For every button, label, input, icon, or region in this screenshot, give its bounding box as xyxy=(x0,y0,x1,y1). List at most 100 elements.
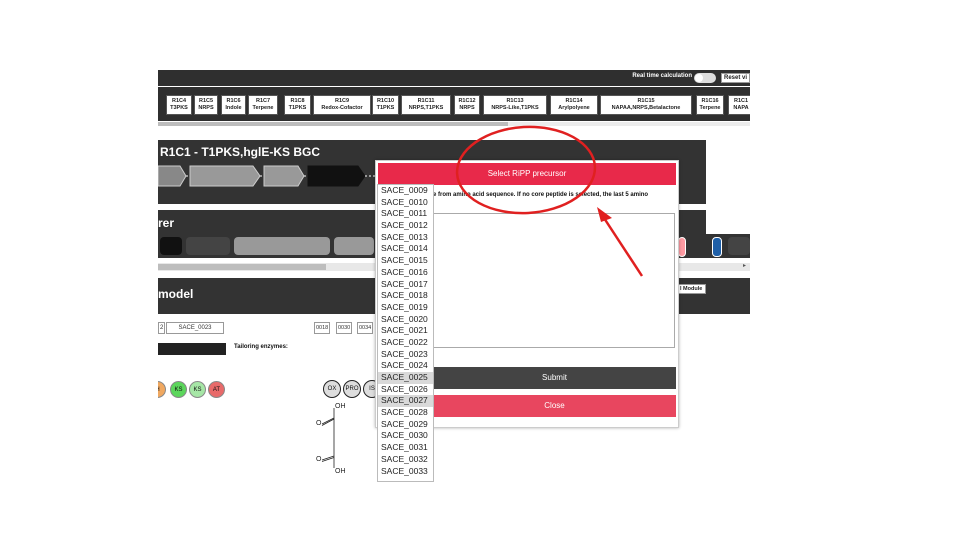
gene-arrow-2 xyxy=(189,165,261,187)
dropdown-option[interactable]: SACE_0018 xyxy=(378,290,433,302)
scrollbar-thumb[interactable] xyxy=(158,264,326,270)
region-button-type: NRPS,T1PKS xyxy=(408,105,444,111)
region-button[interactable]: R1C4 T3PKS xyxy=(166,95,192,115)
region-button-id: R1C6 xyxy=(226,98,241,104)
region-button-type: Redox-Cofactor xyxy=(321,105,363,111)
region-button-type: T3PKS xyxy=(170,105,188,111)
gene-arrow-4 xyxy=(307,165,366,187)
region-scrollbar[interactable] xyxy=(158,122,750,126)
region-button-id: R1C9 xyxy=(334,98,350,104)
domain-block-4[interactable] xyxy=(334,237,374,255)
modal-description: e from amino acid sequence. If no core p… xyxy=(433,192,649,198)
dropdown-option[interactable]: SACE_0017 xyxy=(378,279,433,291)
molecule-bonds xyxy=(321,408,335,468)
region-button[interactable]: R1C16 Terpene xyxy=(696,95,724,115)
dropdown-option[interactable]: SACE_0024 xyxy=(378,360,433,372)
dropdown-option[interactable]: SACE_0014 xyxy=(378,243,433,255)
dropdown-option[interactable]: SACE_0025 xyxy=(378,372,433,384)
region-button-type: T1PKS xyxy=(376,105,395,111)
precursor-dropdown[interactable]: SACE_0009 SACE_0010 SACE_0011 SACE_0012 SACE… xyxy=(377,184,434,482)
dropdown-option[interactable]: SACE_0033 xyxy=(378,466,433,478)
dropdown-option[interactable]: SACE_0023 xyxy=(378,349,433,361)
region-button[interactable]: R1C1 NAPA xyxy=(728,95,750,115)
region-button-type: NRPS xyxy=(198,105,214,111)
scrollbar-thumb[interactable] xyxy=(158,122,508,126)
domain-block-7[interactable] xyxy=(728,237,750,255)
region-button[interactable]: R1C7 Terpene xyxy=(248,95,278,115)
region-button-id: R1C16 xyxy=(701,98,719,104)
region-button-type: NRPS-Like,T1PKS xyxy=(491,105,539,111)
region-button-id: R1C7 xyxy=(255,98,271,104)
core-index: 2 xyxy=(158,322,166,334)
dropdown-option[interactable]: SACE_0032 xyxy=(378,454,433,466)
domain-block-3[interactable] xyxy=(234,237,330,255)
tailoring-enzyme[interactable]: OX xyxy=(323,380,341,398)
top-toolbar: Real time calculation Reset vi xyxy=(158,70,750,86)
dropdown-option[interactable]: SACE_0012 xyxy=(378,220,433,232)
domain-block-1[interactable] xyxy=(160,237,182,255)
region-strip: R1C4 T3PKS R1C5 NRPS R1C6 Indole R1C7 Terpene R1… xyxy=(158,87,750,121)
region-button[interactable]: R1C12 NRPS xyxy=(454,95,480,115)
region-button-id: R1C1 xyxy=(733,98,749,104)
realtime-toggle[interactable] xyxy=(694,73,716,83)
tailoring-label: Tailoring enzymes: xyxy=(234,344,288,350)
region-button-type: NAPA xyxy=(733,105,749,111)
region-button[interactable]: R1C15 NAPAA,NRPS,Betalactone xyxy=(600,95,692,115)
scroll-right-icon[interactable]: ▸ xyxy=(743,262,746,269)
dropdown-option[interactable]: SACE_0030 xyxy=(378,430,433,442)
region-button[interactable]: R1C9 Redox-Cofactor xyxy=(313,95,371,115)
region-button[interactable]: R1C10 T1PKS xyxy=(372,95,399,115)
module-domain[interactable]: KS xyxy=(189,381,206,398)
region-button[interactable]: R1C13 NRPS-Like,T1PKS xyxy=(483,95,547,115)
dropdown-option[interactable]: SACE_0026 xyxy=(378,384,433,396)
region-button-id: R1C8 xyxy=(290,98,305,104)
dropdown-option[interactable]: SACE_0010 xyxy=(378,197,433,209)
dropdown-option[interactable]: SACE_0016 xyxy=(378,267,433,279)
module-domain[interactable]: KS xyxy=(170,381,187,398)
selected-gene-box[interactable]: SACE_0023 xyxy=(166,322,224,334)
region-button-type: Arylpolyene xyxy=(558,105,590,111)
dropdown-option[interactable]: SACE_0031 xyxy=(378,442,433,454)
dropdown-option[interactable]: SACE_0029 xyxy=(378,419,433,431)
model-title: model xyxy=(158,287,194,301)
gene-arrow-1 xyxy=(158,165,187,187)
region-button-id: R1C15 xyxy=(637,98,655,104)
region-button[interactable]: R1C6 Indole xyxy=(221,95,246,115)
dropdown-option[interactable]: SACE_0013 xyxy=(378,232,433,244)
gene-arrow-white-tip xyxy=(736,162,750,190)
region-button[interactable]: R1C14 Arylpolyene xyxy=(550,95,598,115)
region-button-type: Indole xyxy=(225,105,242,111)
dropdown-option[interactable]: SACE_0022 xyxy=(378,337,433,349)
dropdown-option[interactable]: SACE_0011 xyxy=(378,208,433,220)
dropdown-option[interactable]: SACE_0028 xyxy=(378,407,433,419)
region-button-type: Terpene xyxy=(252,105,274,111)
reset-view-button[interactable]: Reset vi xyxy=(720,73,750,83)
submit-button[interactable]: Submit xyxy=(433,367,676,389)
dropdown-option[interactable]: SACE_0021 xyxy=(378,325,433,337)
domain-block-6[interactable] xyxy=(712,237,722,257)
region-button-id: R1C14 xyxy=(565,98,583,104)
sequence-textarea[interactable] xyxy=(433,213,675,348)
selected-id-3[interactable]: 0034 xyxy=(357,322,374,334)
selected-id-2[interactable]: 0030 xyxy=(336,322,353,334)
dropdown-option[interactable]: SACE_0019 xyxy=(378,302,433,314)
dropdown-option[interactable]: SACE_0015 xyxy=(378,255,433,267)
region-button-type: NAPAA,NRPS,Betalactone xyxy=(611,105,681,111)
close-button[interactable]: Close xyxy=(433,395,676,417)
domain-block-5[interactable] xyxy=(678,237,686,257)
region-button[interactable]: R1C8 T1PKS xyxy=(284,95,311,115)
oh-label: OH xyxy=(335,403,346,410)
dropdown-option[interactable]: SACE_0009 xyxy=(378,185,433,197)
dropdown-option[interactable]: SACE_0020 xyxy=(378,314,433,326)
module-domain[interactable]: AT xyxy=(208,381,225,398)
module-domain[interactable]: H xyxy=(158,381,166,398)
dropdown-option[interactable]: SACE_0027 xyxy=(378,395,433,408)
region-button[interactable]: R1C5 NRPS xyxy=(194,95,218,115)
region-button[interactable]: R1C11 NRPS,T1PKS xyxy=(401,95,451,115)
domain-block-2[interactable] xyxy=(186,237,230,255)
tailoring-enzyme[interactable]: PRO xyxy=(343,380,361,398)
region-button-id: R1C5 xyxy=(198,98,214,104)
region-button-id: R1C11 xyxy=(417,98,435,104)
selected-id-1[interactable]: 0018 xyxy=(314,322,331,334)
model-button[interactable]: l Module xyxy=(676,284,707,294)
